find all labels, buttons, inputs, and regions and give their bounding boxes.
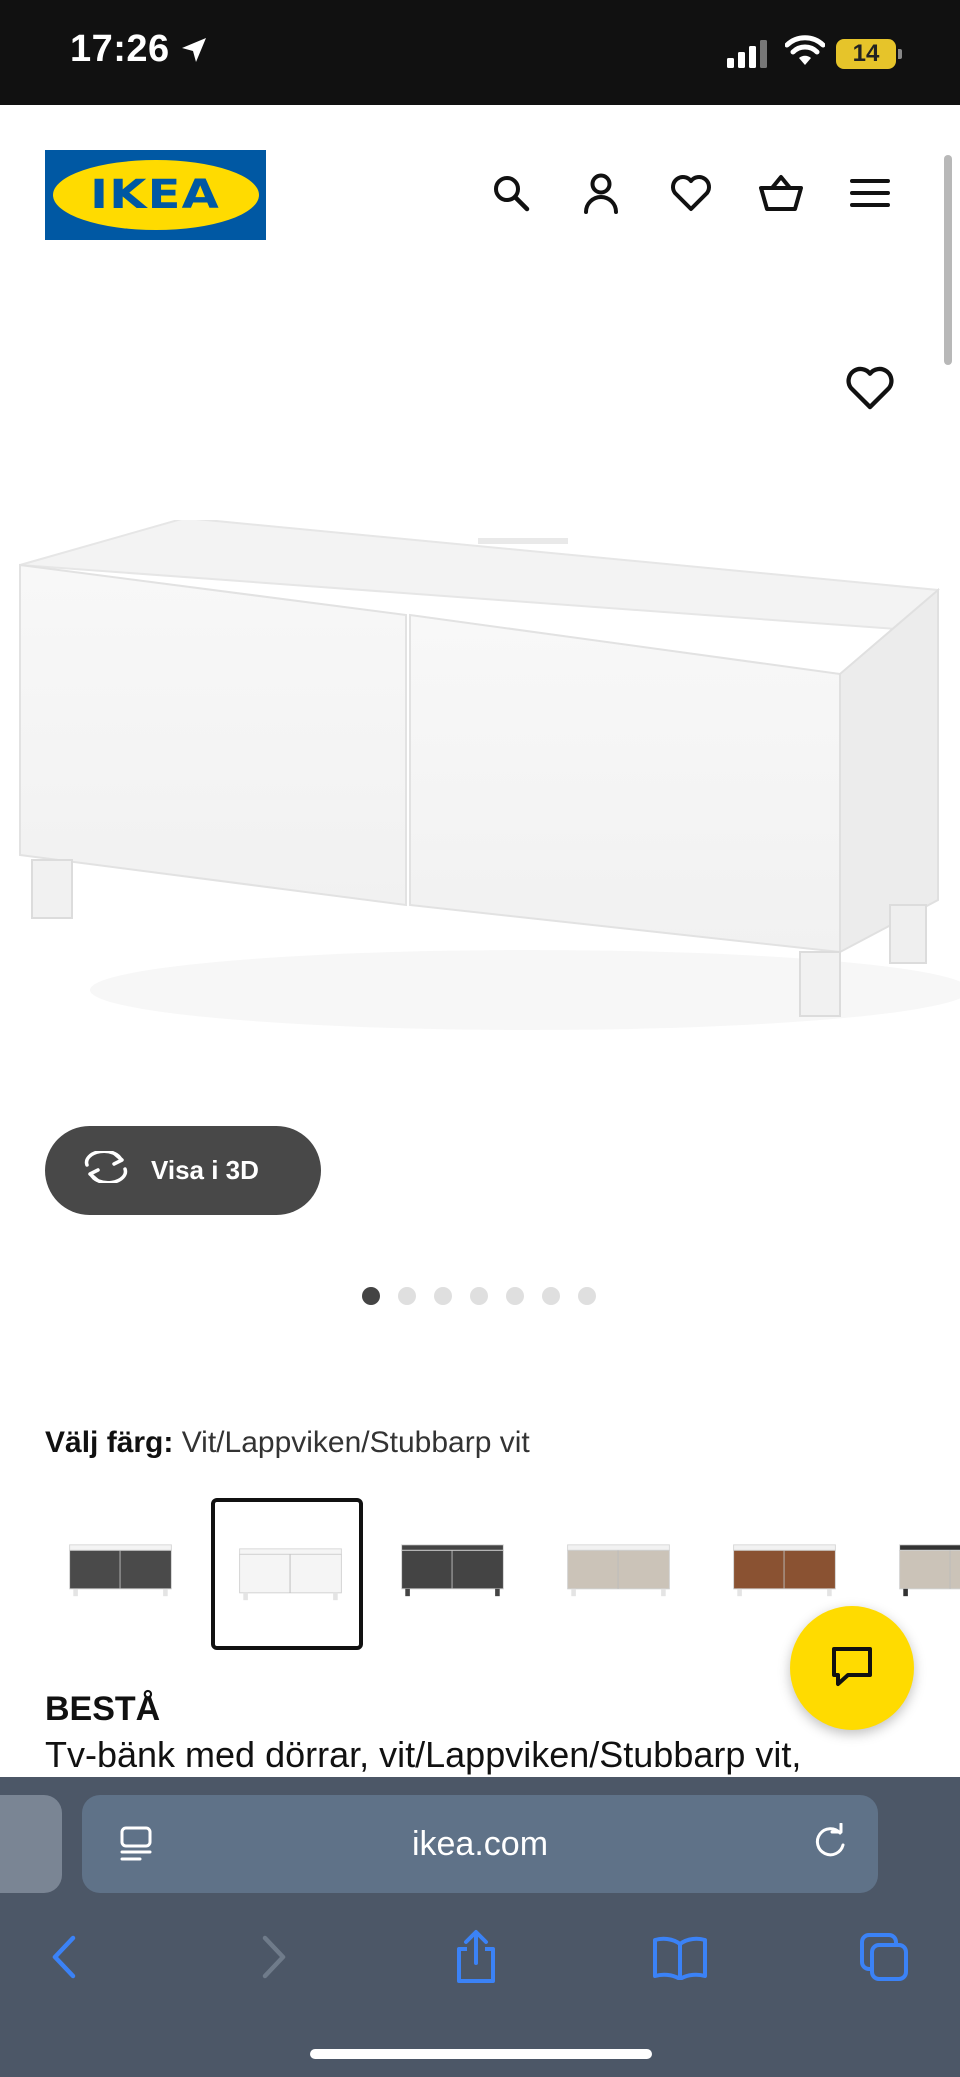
page-scrollbar[interactable] (944, 155, 952, 365)
logo-oval: IKEA (52, 160, 259, 230)
favorites-heart-icon[interactable] (666, 168, 716, 218)
account-icon[interactable] (576, 168, 626, 218)
chat-button[interactable] (790, 1606, 914, 1730)
color-swatch[interactable] (45, 1498, 197, 1650)
carousel-dot[interactable] (506, 1287, 524, 1305)
carousel-dot[interactable] (470, 1287, 488, 1305)
previous-tab-preview[interactable] (0, 1795, 62, 1893)
battery-indicator: 14 (836, 39, 902, 69)
location-arrow-icon (178, 34, 210, 71)
color-label-prefix: Välj färg: (45, 1426, 174, 1459)
search-icon[interactable] (486, 168, 536, 218)
color-swatch[interactable] (543, 1498, 695, 1650)
color-swatch[interactable] (211, 1498, 363, 1650)
carousel-dot[interactable] (542, 1287, 560, 1305)
tabs-icon[interactable] (854, 1927, 914, 1987)
url-text: ikea.com (411, 1825, 549, 1863)
bookmarks-icon[interactable] (650, 1927, 710, 1987)
color-swatch[interactable] (377, 1498, 529, 1650)
reload-icon[interactable] (810, 1822, 850, 1868)
product-name: BESTÅ (45, 1690, 161, 1728)
wifi-icon (784, 35, 826, 72)
swatch-thumbnail (899, 1544, 960, 1597)
swatch-thumbnail (239, 1548, 342, 1601)
cart-icon[interactable] (756, 168, 806, 218)
color-selector-label: Välj färg: Vit/Lappviken/Stubbarp vit (45, 1426, 530, 1460)
forward-arrow-icon[interactable] (244, 1927, 304, 1987)
view-in-3d-label: Visa i 3D (151, 1155, 259, 1185)
back-arrow-icon[interactable] (34, 1927, 94, 1987)
product-description: Tv-bänk med dörrar, vit/Lappviken/Stubba… (45, 1734, 802, 1775)
rotate-3d-icon (83, 1149, 129, 1190)
status-bar: 17:26 14 (0, 0, 960, 105)
swatch-thumbnail (733, 1544, 836, 1597)
share-icon[interactable] (446, 1927, 506, 1987)
home-indicator[interactable] (310, 2049, 652, 2059)
menu-icon[interactable] (845, 168, 895, 218)
logo-text: IKEA (90, 172, 221, 218)
carousel-dot[interactable] (362, 1287, 380, 1305)
cellular-signal-icon (727, 40, 769, 73)
product-image-tv-bench[interactable] (10, 516, 960, 1040)
save-to-favorites-heart-icon[interactable] (845, 365, 895, 415)
ikea-logo[interactable]: IKEA (45, 150, 266, 240)
browser-toolbar: ikea.com (0, 1777, 960, 2077)
carousel-dot[interactable] (398, 1287, 416, 1305)
swatch-thumbnail (401, 1544, 504, 1597)
image-carousel-pagination[interactable] (362, 1287, 596, 1305)
swatch-thumbnail (69, 1544, 172, 1597)
swatch-thumbnail (567, 1544, 670, 1597)
chat-bubble-icon (828, 1643, 876, 1694)
address-bar[interactable]: ikea.com (82, 1795, 878, 1893)
selected-color-value: Vit/Lappviken/Stubbarp vit (181, 1426, 530, 1459)
view-in-3d-button[interactable]: Visa i 3D (45, 1126, 321, 1215)
status-time: 17:26 (70, 28, 170, 70)
carousel-dot[interactable] (578, 1287, 596, 1305)
carousel-dot[interactable] (434, 1287, 452, 1305)
